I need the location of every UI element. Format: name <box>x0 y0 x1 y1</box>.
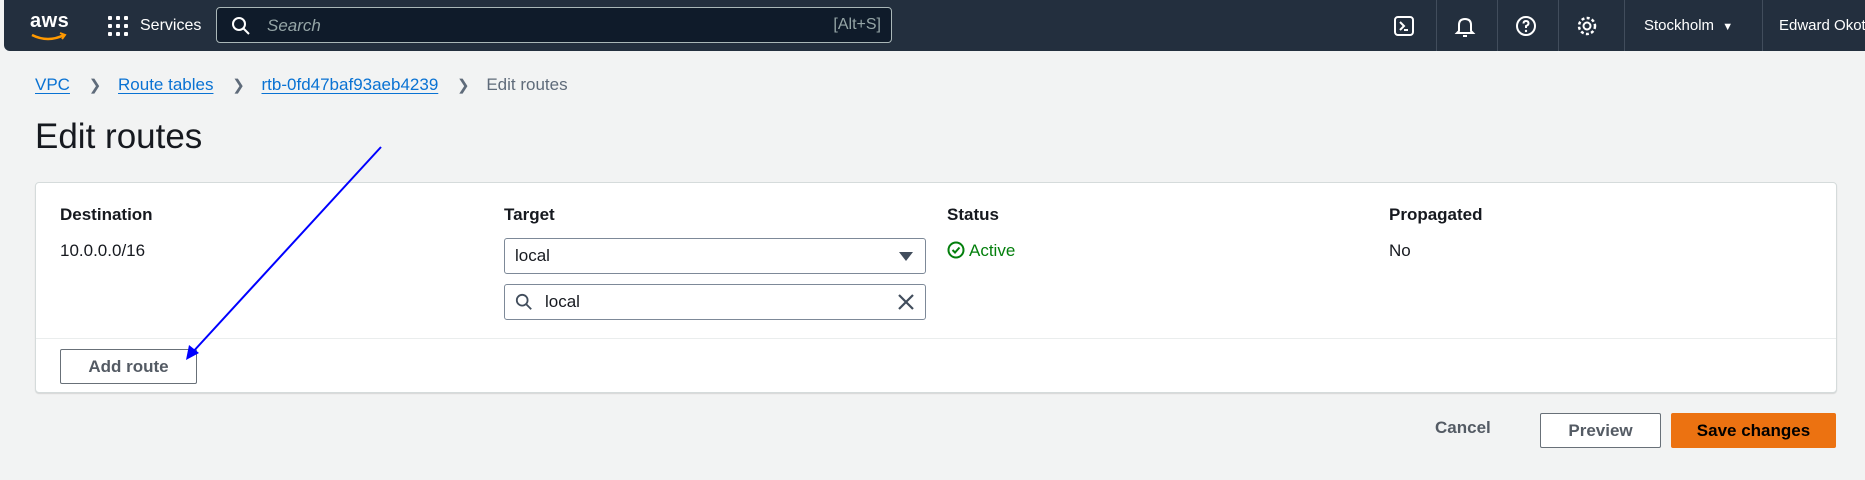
target-select[interactable]: local <box>504 238 926 274</box>
caret-down-icon <box>899 252 913 261</box>
clear-close-icon[interactable] <box>897 293 915 311</box>
settings-gear-icon[interactable] <box>1575 14 1599 38</box>
breadcrumb-current: Edit routes <box>486 75 568 94</box>
target-filter-input[interactable]: local <box>504 284 926 320</box>
header-target: Target <box>504 205 555 224</box>
aws-smile-icon <box>31 32 67 41</box>
divider <box>1436 0 1437 51</box>
target-select-value: local <box>515 246 550 265</box>
routes-panel: Destination Target Status Propagated 10.… <box>35 182 1837 393</box>
breadcrumb-route-table-id[interactable]: rtb-0fd47baf93aeb4239 <box>262 75 439 94</box>
divider <box>1762 0 1763 51</box>
region-label: Stockholm <box>1644 17 1715 34</box>
header-destination: Destination <box>60 205 153 224</box>
services-menu-button[interactable]: Services <box>140 17 201 35</box>
breadcrumb-route-tables[interactable]: Route tables <box>118 75 213 94</box>
divider <box>1558 0 1559 51</box>
caret-down-icon: ▼ <box>1722 21 1734 33</box>
status-success-check-icon <box>947 241 965 259</box>
chevron-right-icon: ❯ <box>88 77 102 94</box>
top-navigation-bar: aws Services Search [Alt+S] Stockholm ▼ … <box>4 0 1865 51</box>
header-propagated: Propagated <box>1389 205 1483 224</box>
preview-button[interactable]: Preview <box>1540 413 1661 448</box>
divider <box>1624 0 1625 51</box>
route-status: Active <box>947 241 1015 261</box>
page-title: Edit routes <box>35 117 203 156</box>
header-status: Status <box>947 205 999 224</box>
chevron-right-icon: ❯ <box>232 77 245 94</box>
chevron-right-icon: ❯ <box>457 77 470 94</box>
cancel-button[interactable]: Cancel <box>1435 418 1491 438</box>
account-menu[interactable]: Edward Okot <box>1779 17 1865 34</box>
divider <box>1497 0 1498 51</box>
save-changes-button[interactable]: Save changes <box>1671 413 1836 448</box>
search-icon <box>515 293 532 310</box>
search-icon <box>232 17 250 35</box>
search-shortcut: [Alt+S] <box>833 16 881 33</box>
target-filter-value: local <box>545 292 580 311</box>
cloudshell-icon[interactable] <box>1392 14 1416 38</box>
services-grid-icon[interactable] <box>108 16 128 36</box>
help-icon[interactable] <box>1514 14 1538 38</box>
region-selector[interactable]: Stockholm ▼ <box>1644 17 1733 34</box>
add-route-button[interactable]: Add route <box>60 349 197 384</box>
notifications-bell-icon[interactable] <box>1453 14 1477 38</box>
search-input[interactable]: Search [Alt+S] <box>216 7 892 43</box>
divider <box>36 338 1836 339</box>
route-destination: 10.0.0.0/16 <box>60 241 146 260</box>
breadcrumb-vpc[interactable]: VPC <box>35 75 70 94</box>
search-placeholder: Search <box>267 16 321 35</box>
aws-logo[interactable]: aws <box>26 10 70 42</box>
route-status-text: Active <box>969 241 1016 260</box>
breadcrumb: VPC ❯ Route tables ❯ rtb-0fd47baf93aeb42… <box>35 75 568 95</box>
route-propagated: No <box>1389 241 1411 260</box>
